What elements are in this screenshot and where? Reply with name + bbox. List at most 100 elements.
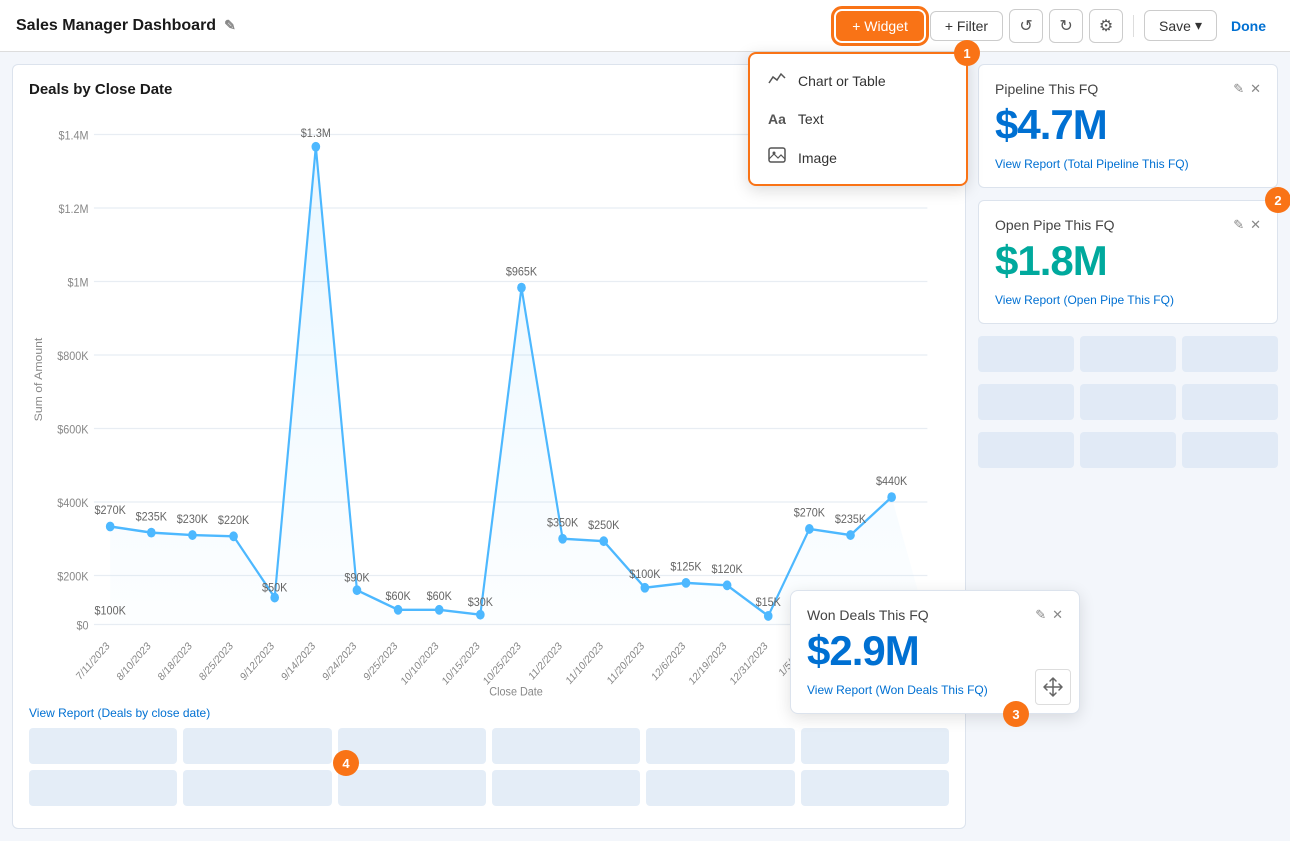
save-label: Save [1159,18,1191,34]
svg-text:$400K: $400K [57,497,89,510]
open-pipe-card-header: Open Pipe This FQ ✎ ✕ [995,217,1261,233]
badge-4: 4 [333,750,359,776]
chart-item-label: Chart or Table [798,73,886,89]
bottom-grid-placeholder [29,728,949,812]
header: Sales Manager Dashboard ✎ + Widget + Fil… [0,0,1290,52]
pipeline-value: $4.7M [995,101,1261,149]
svg-text:$800K: $800K [57,350,89,363]
svg-text:$125K: $125K [670,561,702,574]
pipeline-view-link[interactable]: View Report (Total Pipeline This FQ) [995,157,1261,171]
filter-button[interactable]: + Filter [930,11,1003,41]
svg-text:$90K: $90K [344,572,370,585]
redo-button[interactable]: ↻ [1049,9,1083,43]
open-pipe-card-title: Open Pipe This FQ [995,217,1115,233]
won-deals-edit-button[interactable]: ✎ [1035,607,1046,623]
dropdown-item-text[interactable]: Aa Text [750,101,966,137]
settings-button[interactable]: ⚙ [1089,9,1123,43]
right-grid-placeholder [978,336,1278,829]
svg-text:7/11/2023: 7/11/2023 [75,640,113,682]
svg-text:$1.4M: $1.4M [58,130,88,143]
open-pipe-view-link[interactable]: View Report (Open Pipe This FQ) [995,293,1261,307]
svg-text:$60K: $60K [385,590,411,603]
svg-text:$100K: $100K [95,605,127,618]
chart-icon [768,70,786,91]
pipeline-edit-button[interactable]: ✎ [1233,81,1244,97]
text-item-label: Text [798,111,824,127]
page-title-section: Sales Manager Dashboard ✎ [16,17,836,35]
move-drag-handle[interactable] [1035,669,1071,705]
svg-text:$230K: $230K [177,513,209,526]
save-button[interactable]: Save ▾ [1144,10,1217,41]
svg-text:9/25/2023: 9/25/2023 [362,640,400,683]
svg-text:$235K: $235K [136,511,168,524]
svg-text:10/25/2023: 10/25/2023 [482,640,524,687]
svg-text:9/24/2023: 9/24/2023 [321,640,359,683]
svg-text:$1.3M: $1.3M [301,127,331,140]
svg-text:$440K: $440K [876,475,908,488]
won-deals-value: $2.9M [807,627,1063,675]
svg-text:$965K: $965K [506,266,538,279]
main-content: Deals by Close Date $1. [0,52,1290,841]
pipeline-close-button[interactable]: ✕ [1250,81,1261,97]
svg-text:9/14/2023: 9/14/2023 [280,640,318,683]
won-deals-actions: ✎ ✕ [1035,607,1063,623]
pipeline-card: Pipeline This FQ ✎ ✕ $4.7M View Report (… [978,64,1278,188]
svg-text:12/19/2023: 12/19/2023 [687,640,729,687]
text-icon: Aa [768,111,786,127]
won-deals-card: Won Deals This FQ ✎ ✕ $2.9M View Report … [790,590,1080,714]
won-deals-view-link[interactable]: View Report (Won Deals This FQ) [807,683,988,697]
separator [1133,15,1134,37]
svg-text:12/31/2023: 12/31/2023 [729,640,771,687]
svg-text:$235K: $235K [835,513,867,526]
svg-text:$350K: $350K [547,517,579,530]
won-deals-header: Won Deals This FQ ✎ ✕ [807,607,1063,623]
open-pipe-card-actions: ✎ ✕ [1233,217,1261,233]
dropdown-item-chart[interactable]: Chart or Table [750,60,966,101]
svg-text:8/25/2023: 8/25/2023 [198,640,236,683]
pipeline-card-header: Pipeline This FQ ✎ ✕ [995,81,1261,97]
open-pipe-value: $1.8M [995,237,1261,285]
widget-dropdown-menu: Chart or Table Aa Text Image 1 [748,52,968,186]
svg-text:$1.2M: $1.2M [58,203,88,216]
svg-text:$220K: $220K [218,515,250,528]
header-actions: + Widget + Filter ↺ ↻ ⚙ Save ▾ Done [836,9,1274,43]
badge-1: 1 [954,40,980,66]
svg-text:$120K: $120K [711,564,743,577]
svg-text:Close Date: Close Date [489,686,542,698]
open-pipe-edit-button[interactable]: ✎ [1233,217,1244,233]
won-deals-footer: View Report (Won Deals This FQ) [807,683,1063,697]
svg-text:12/6/2023: 12/6/2023 [650,640,688,683]
svg-text:10/15/2023: 10/15/2023 [441,640,483,687]
won-deals-close-button[interactable]: ✕ [1052,607,1063,623]
svg-text:$100K: $100K [629,568,661,581]
image-icon [768,147,786,168]
open-pipe-card: Open Pipe This FQ ✎ ✕ $1.8M View Report … [978,200,1278,324]
svg-text:$50K: $50K [262,582,288,595]
dropdown-item-image[interactable]: Image [750,137,966,178]
svg-text:$30K: $30K [468,597,494,610]
svg-text:$15K: $15K [756,597,782,610]
svg-text:$270K: $270K [794,507,826,520]
svg-text:$60K: $60K [427,590,453,603]
svg-text:Sum of Amount: Sum of Amount [34,337,45,422]
svg-text:11/2/2023: 11/2/2023 [527,640,565,682]
svg-text:$0: $0 [77,620,89,633]
svg-text:9/12/2023: 9/12/2023 [239,640,277,683]
image-item-label: Image [798,150,837,166]
svg-text:10/10/2023: 10/10/2023 [399,640,441,687]
widget-button[interactable]: + Widget [836,11,924,41]
edit-title-icon[interactable]: ✎ [224,17,236,34]
pipeline-card-actions: ✎ ✕ [1233,81,1261,97]
svg-text:$250K: $250K [588,519,620,532]
badge-2: 2 [1265,187,1290,213]
won-deals-title: Won Deals This FQ [807,607,929,623]
svg-text:11/10/2023: 11/10/2023 [565,640,606,687]
save-chevron-icon: ▾ [1195,17,1202,34]
svg-text:$600K: $600K [57,424,89,437]
undo-button[interactable]: ↺ [1009,9,1043,43]
done-button[interactable]: Done [1223,12,1274,40]
svg-text:8/10/2023: 8/10/2023 [115,640,153,683]
svg-text:$200K: $200K [57,571,89,584]
open-pipe-close-button[interactable]: ✕ [1250,217,1261,233]
svg-text:$1M: $1M [67,277,88,290]
